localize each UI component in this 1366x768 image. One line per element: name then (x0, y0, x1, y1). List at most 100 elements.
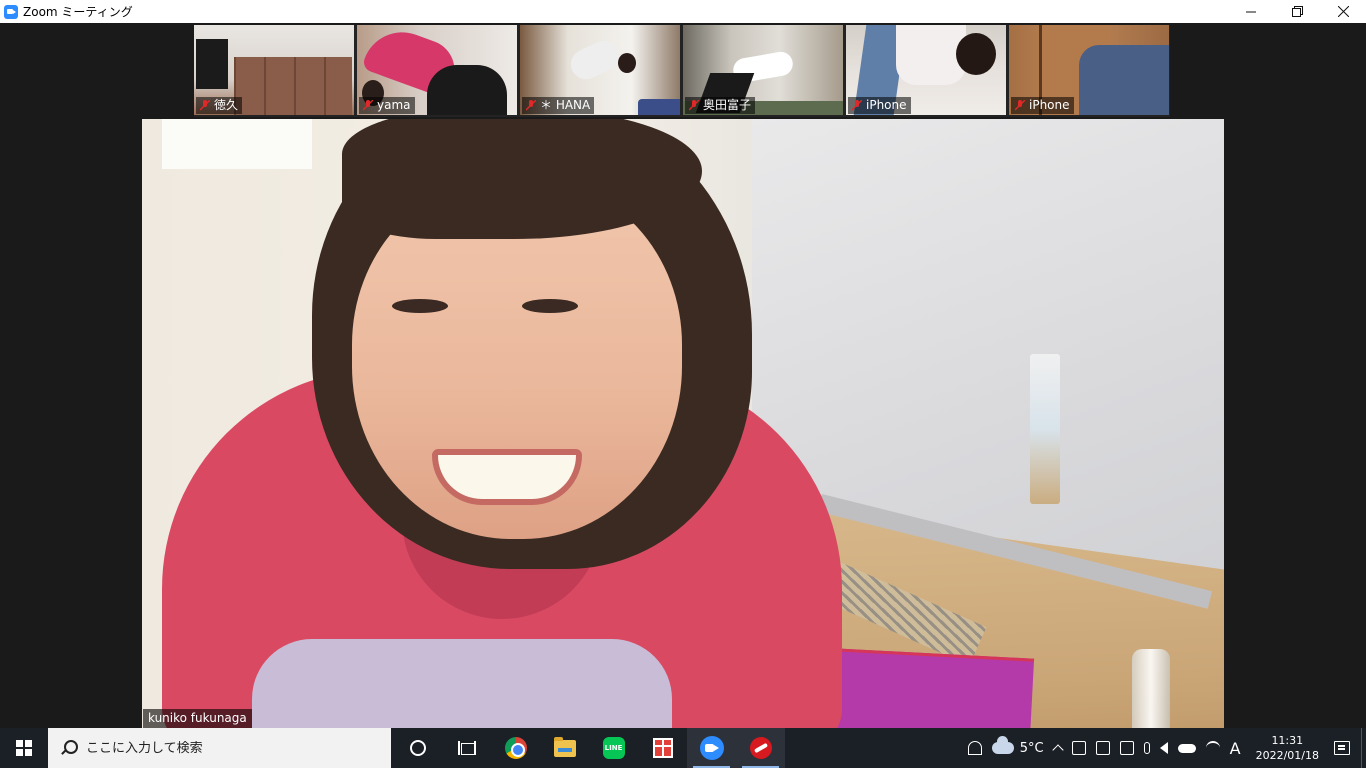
clock-date: 2022/01/18 (1255, 749, 1319, 762)
window-title: Zoom ミーティング (23, 5, 133, 19)
weather-temperature: 5°C (1019, 740, 1044, 756)
video-frame (1030, 354, 1060, 504)
participant-tile[interactable]: iPhone (846, 25, 1006, 115)
close-icon (1337, 6, 1349, 17)
microphone-muted-icon (363, 100, 373, 111)
participant-name: yama (377, 98, 411, 112)
clock-time: 11:31 (1271, 734, 1304, 747)
video-frame (566, 35, 624, 85)
close-button[interactable] (1320, 0, 1366, 23)
meeting-area: 徳久 yama ＊ HANA 奥田富子 iPhone iPhone kuniko… (0, 23, 1366, 728)
participant-thumbnail-strip: 徳久 yama ＊ HANA 奥田富子 iPhone iPhone (194, 25, 1170, 117)
video-frame (1079, 45, 1169, 115)
microphone-button[interactable] (1139, 728, 1155, 768)
video-frame (392, 299, 448, 313)
microphone-icon (1143, 742, 1150, 754)
minimize-button[interactable] (1228, 0, 1274, 23)
microphone-muted-icon (852, 100, 862, 111)
cortana-icon (409, 740, 426, 756)
line-icon: LINE (602, 737, 625, 759)
onedrive-button[interactable] (1173, 728, 1201, 768)
task-view-icon (457, 741, 476, 755)
zoom-taskbar-button[interactable] (687, 728, 736, 768)
active-speaker-name: kuniko fukunaga (143, 709, 252, 728)
participant-tile[interactable]: yama (357, 25, 517, 115)
zoom-app-icon (4, 4, 18, 19)
trend-micro-button[interactable] (736, 728, 785, 768)
cortana-button[interactable] (393, 728, 442, 768)
taskbar-clock[interactable]: 11:31 2022/01/18 (1246, 728, 1329, 768)
trend-micro-icon (749, 737, 772, 759)
people-icon (967, 741, 982, 755)
video-frame (432, 449, 582, 505)
line-button[interactable]: LINE (589, 728, 638, 768)
onedrive-icon (1177, 743, 1196, 753)
participant-name: 奥田富子 (703, 98, 752, 112)
start-button[interactable] (0, 728, 48, 768)
network-button[interactable] (1201, 728, 1225, 768)
window-controls (1228, 0, 1366, 23)
microphone-muted-icon (200, 100, 210, 111)
taskbar-apps: LINE (393, 728, 785, 768)
tray-app-button[interactable] (1091, 728, 1115, 768)
video-frame (252, 639, 672, 728)
chevron-up-icon (1051, 744, 1064, 756)
video-frame (234, 57, 352, 115)
video-frame (956, 33, 996, 75)
wifi-icon (1205, 741, 1220, 755)
participant-name-label: 徳久 (196, 97, 243, 114)
show-desktop-button[interactable] (1361, 728, 1366, 768)
security-icon (1095, 741, 1110, 755)
task-view-button[interactable] (442, 728, 491, 768)
video-frame (638, 99, 680, 115)
participant-name: iPhone (1029, 98, 1070, 112)
battery-button[interactable] (1115, 728, 1139, 768)
participant-tile[interactable]: 奥田富子 (683, 25, 843, 115)
microphone-muted-icon (1015, 100, 1025, 111)
file-explorer-icon (553, 736, 576, 757)
restore-icon (1291, 6, 1303, 17)
video-frame (618, 53, 636, 73)
windows-logo-icon (16, 740, 32, 756)
active-speaker-video[interactable]: kuniko fukunaga (142, 119, 1224, 728)
windows-taskbar: LINE 5°C A 11:31 2022/01/18 (0, 728, 1366, 768)
speaker-icon (1159, 742, 1168, 754)
tray-app-button[interactable] (1067, 728, 1091, 768)
participant-name-label: iPhone (1011, 97, 1074, 114)
participant-name-label: yama (359, 97, 415, 114)
action-center-button[interactable] (1329, 728, 1355, 768)
file-explorer-button[interactable] (540, 728, 589, 768)
gift-button[interactable] (638, 728, 687, 768)
microphone-muted-icon (526, 100, 536, 111)
ime-indicator[interactable]: A (1225, 728, 1246, 768)
volume-button[interactable] (1155, 728, 1173, 768)
microphone-muted-icon (689, 100, 699, 111)
people-button[interactable] (963, 728, 987, 768)
participant-name: ＊ HANA (540, 98, 591, 112)
video-frame (1132, 649, 1170, 728)
taskbar-search-input[interactable] (86, 740, 366, 756)
camera-icon (1071, 741, 1086, 755)
taskbar-search-box[interactable] (48, 728, 391, 768)
participant-name-label: 奥田富子 (685, 97, 756, 114)
minimize-icon (1246, 11, 1256, 12)
participant-name-label: iPhone (848, 97, 911, 114)
video-frame (427, 65, 507, 115)
zoom-icon (699, 736, 724, 760)
participant-name-label: ＊ HANA (522, 97, 595, 114)
chrome-button[interactable] (491, 728, 540, 768)
chrome-icon (504, 737, 527, 759)
notification-icon (1334, 741, 1350, 755)
search-icon (60, 740, 78, 756)
participant-tile[interactable]: iPhone (1009, 25, 1169, 115)
participant-tile[interactable]: 徳久 (194, 25, 354, 115)
restore-button[interactable] (1274, 0, 1320, 23)
weather-widget[interactable]: 5°C (987, 728, 1049, 768)
gift-icon (652, 738, 673, 758)
video-frame (196, 39, 228, 89)
participant-tile[interactable]: ＊ HANA (520, 25, 680, 115)
video-frame (162, 119, 312, 169)
show-hidden-icons-button[interactable] (1049, 728, 1067, 768)
cloud-weather-icon (991, 736, 1014, 754)
video-frame (522, 299, 578, 313)
